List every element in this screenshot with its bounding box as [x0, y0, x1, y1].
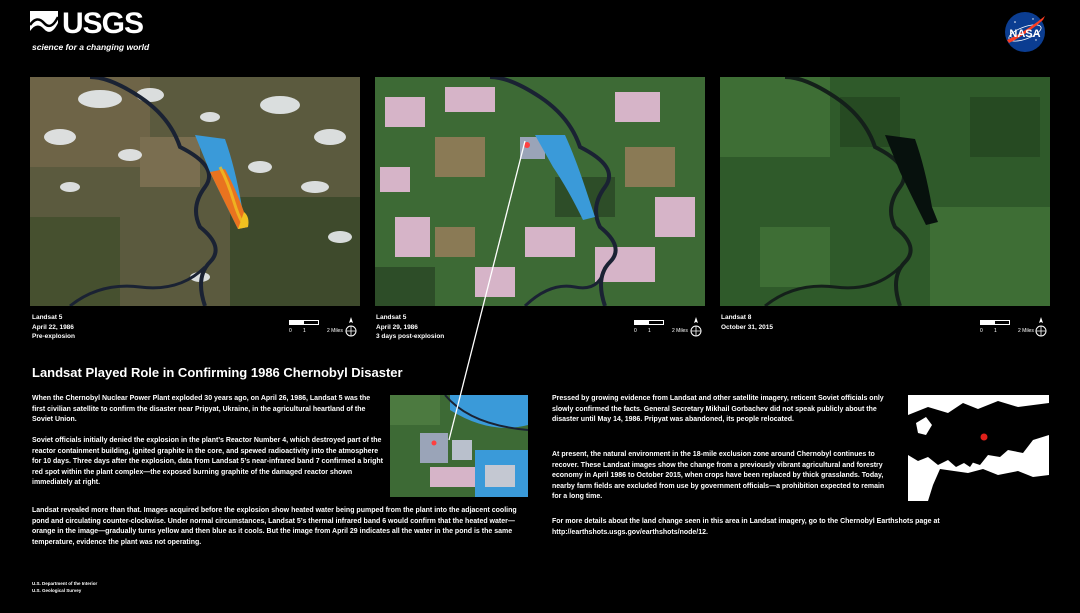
- scale-tick-1: 1: [303, 328, 306, 334]
- paragraph-intro: When the Chernobyl Nuclear Power Plant e…: [32, 395, 371, 423]
- nasa-wordmark: NASA: [1009, 28, 1040, 40]
- locator-map: [908, 395, 1049, 501]
- scale-bar-graphic: [634, 320, 664, 325]
- caption-date: April 29, 1986: [376, 323, 418, 331]
- scale-unit: 2 Miles: [672, 328, 688, 334]
- nasa-meatball-icon: NASA: [1005, 12, 1045, 52]
- caption-panel-2: Landsat 5 April 29, 1986 3 days post-exp…: [376, 313, 444, 342]
- north-arrow-icon: [690, 317, 702, 337]
- paragraph-more-info: For more details about the land change s…: [552, 518, 940, 536]
- caption-panel-3: Landsat 8 October 31, 2015: [721, 313, 773, 332]
- usgs-wave-icon: [30, 11, 58, 39]
- caption-satellite: Landsat 5: [376, 314, 407, 321]
- caption-note: 3 days post-explosion: [376, 333, 445, 340]
- scale-bar-graphic: [980, 320, 1010, 325]
- footer: U.S. Department of the Interior U.S. Geo…: [32, 580, 97, 594]
- paragraph-confirmation: Pressed by growing evidence from Landsat…: [552, 395, 884, 423]
- headline: Landsat Played Role in Confirming 1986 C…: [32, 365, 403, 380]
- scale-bar-2: 0 1 2 Miles: [634, 318, 714, 334]
- caption-note: Pre-explosion: [32, 333, 75, 340]
- chernobyl-location-marker: [980, 433, 988, 441]
- scale-bar-graphic: [289, 320, 319, 325]
- north-arrow-icon: [345, 317, 357, 337]
- scale-tick-1: 1: [648, 328, 651, 334]
- caption-satellite: Landsat 5: [32, 314, 63, 321]
- footer-agency: U.S. Geological Survey: [32, 588, 82, 593]
- usgs-logo: USGS science for a changing world: [30, 7, 149, 53]
- scale-unit: 2 Miles: [327, 328, 343, 334]
- satellite-image-1986-post: [375, 77, 705, 306]
- scale-tick-0: 0: [634, 328, 637, 334]
- caption-satellite: Landsat 8: [721, 314, 752, 321]
- paragraph-thermal: Landsat revealed more than that. Images …: [32, 507, 517, 546]
- scale-tick-0: 0: [980, 328, 983, 334]
- usgs-wordmark: USGS: [62, 7, 144, 40]
- paragraph-recovery: At present, the natural environment in t…: [552, 451, 885, 500]
- satellite-image-1986-pre: [30, 77, 360, 306]
- scale-unit: 2 Miles: [1018, 328, 1034, 334]
- north-arrow-icon: [1035, 317, 1047, 337]
- reactor-closeup-image: [390, 395, 528, 497]
- caption-date: October 31, 2015: [721, 323, 774, 331]
- footer-department: U.S. Department of the Interior: [32, 581, 98, 586]
- usgs-tagline: science for a changing world: [32, 42, 150, 52]
- caption-date: April 22, 1986: [32, 323, 74, 331]
- scale-tick-0: 0: [289, 328, 292, 334]
- satellite-image-2015: [720, 77, 1050, 306]
- scale-tick-1: 1: [994, 328, 997, 334]
- caption-panel-1: Landsat 5 April 22, 1986 Pre-explosion: [32, 313, 75, 342]
- paragraph-soviet-denial: Soviet officials initially denied the ex…: [32, 437, 383, 486]
- scale-bar-3: 0 1 2 Miles: [980, 318, 1060, 334]
- scale-bar-1: 0 1 2 Miles: [289, 318, 369, 334]
- nasa-logo: NASA: [1003, 10, 1047, 54]
